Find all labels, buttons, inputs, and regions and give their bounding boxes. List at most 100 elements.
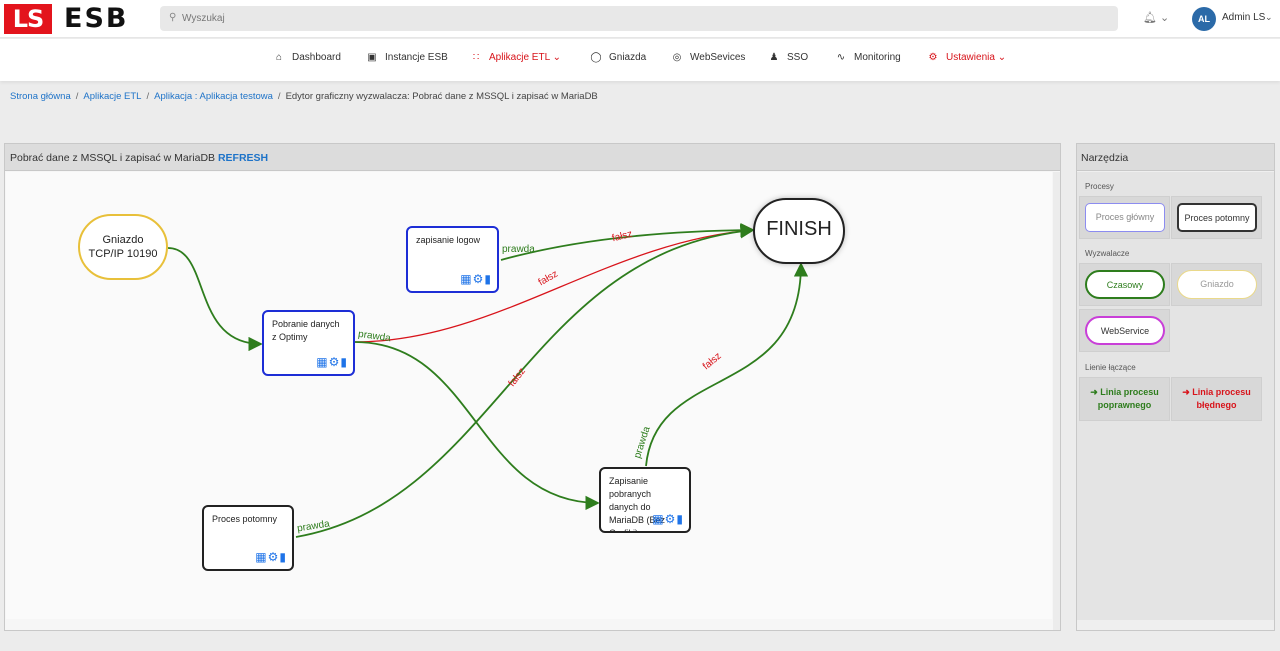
notification-bell-icon[interactable]: 🔔︎ ⌄	[1143, 11, 1169, 24]
nav-dashboard[interactable]: ⌂ Dashboard	[272, 52, 341, 63]
tool-line-correct-label: Linia procesu poprawnego	[1097, 387, 1159, 410]
gear-icon[interactable]: ⚙	[329, 355, 341, 369]
node-label: zapisanie logow	[416, 235, 481, 245]
breadcrumb: Strona główna / Aplikacje ETL / Aplikacja : …	[10, 91, 598, 102]
arrow-right-icon: ➜	[1182, 387, 1190, 397]
tool-timer-label: Czasowy	[1085, 270, 1165, 299]
nav-label: Ustawienia	[946, 52, 995, 63]
nav-label: Monitoring	[854, 52, 901, 63]
nav-label: Aplikacje ETL	[489, 52, 550, 63]
process-node-fetch[interactable]: Pobranie danych z Optimy ▦⚙▮	[262, 310, 355, 376]
nav-label: Instancje ESB	[385, 52, 448, 63]
process-node-save[interactable]: Zapisanie pobranych danych do MariaDB (B…	[599, 467, 691, 533]
line-socket-to-fetch	[167, 247, 263, 352]
line-save-to-finish	[645, 262, 809, 467]
nav-label: Dashboard	[292, 52, 341, 63]
node-tools: ▦⚙▮	[255, 551, 287, 564]
tools-panel: Narzędzia Procesy Proces główny Proces p…	[1076, 143, 1275, 631]
tool-socket-trigger[interactable]: Gniazdo	[1171, 263, 1262, 306]
nav-label: WebSevices	[690, 52, 746, 63]
breadcrumb-app[interactable]: Aplikacja : Aplikacja testowa	[154, 91, 273, 102]
finish-node[interactable]: FINISH	[753, 198, 845, 264]
nav-instances[interactable]: ▣ Instancje ESB	[365, 52, 448, 63]
home-icon: ⌂	[275, 52, 283, 63]
process-node-child[interactable]: Proces potomny ▦⚙▮	[202, 505, 294, 571]
connect-icon[interactable]: ▦	[316, 355, 328, 369]
section-lines: Lienie łączące	[1085, 363, 1136, 372]
nav-label: Gniazda	[609, 52, 647, 63]
top-bar: LS ESB ⚲ 🔔︎ ⌄ AL Admin LS ⌄	[0, 0, 1280, 38]
esb-logo[interactable]: ESB	[64, 3, 128, 35]
arrow-right-icon: ➜	[1090, 387, 1098, 397]
section-processes: Procesy	[1085, 182, 1114, 191]
node-tools: ▦⚙▮	[652, 513, 684, 526]
connect-icon[interactable]: ▦	[652, 512, 664, 526]
tool-line-error[interactable]: ➜ Linia procesu błędnego	[1171, 377, 1262, 421]
avatar[interactable]: AL	[1192, 7, 1216, 31]
tool-child-process-label: Proces potomny	[1177, 203, 1257, 232]
trash-icon[interactable]: ▮	[676, 512, 684, 526]
ls-logo[interactable]: LS	[4, 4, 52, 34]
server-icon: ▣	[367, 52, 377, 63]
nav-webservices[interactable]: ◎ WebSevices	[670, 52, 746, 63]
tools-body: Procesy Proces główny Proces potomny Wyz…	[1077, 172, 1274, 620]
connect-icon[interactable]: ▦	[255, 550, 267, 564]
pulse-icon: ∿	[836, 52, 846, 63]
tool-webservice-label: WebService	[1085, 316, 1165, 345]
nav-settings[interactable]: ⚙ Ustawienia ⌄	[926, 52, 1007, 63]
gear-icon: ⚙	[928, 52, 938, 63]
gear-icon[interactable]: ⚙	[473, 272, 485, 286]
chevron-down-icon[interactable]: ⌄	[1265, 12, 1273, 23]
grid-icon: ∷	[472, 52, 480, 63]
node-label: Pobranie danych z Optimy	[272, 319, 340, 342]
line-label-true: prawda	[502, 244, 535, 255]
nav-etl-apps[interactable]: ∷ Aplikacje ETL ⌄	[469, 52, 561, 63]
connect-icon[interactable]: ▦	[460, 272, 472, 286]
nav-sockets[interactable]: ◯ Gniazda	[589, 52, 646, 63]
nav-sso[interactable]: ♟ SSO	[767, 52, 809, 63]
users-icon: ♟	[769, 52, 779, 63]
editor-panel: Pobrać dane z MSSQL i zapisać w MariaDB …	[4, 143, 1061, 631]
process-node-logging[interactable]: zapisanie logow ▦⚙▮	[406, 226, 499, 293]
tool-main-process-label: Proces główny	[1085, 203, 1165, 232]
node-tools: ▦⚙▮	[460, 273, 492, 286]
breadcrumb-etl[interactable]: Aplikacje ETL	[83, 91, 141, 102]
editor-title: Pobrać dane z MSSQL i zapisać w MariaDB	[10, 152, 216, 164]
section-triggers: Wyzwalacze	[1085, 249, 1130, 258]
chevron-down-icon: ⌄	[552, 52, 561, 63]
diagram-canvas[interactable]: Gniazdo TCP/IP 10190 FINISH zapisanie lo…	[6, 172, 1052, 619]
trash-icon[interactable]: ▮	[484, 272, 492, 286]
gear-icon[interactable]: ⚙	[665, 512, 677, 526]
socket-icon: ◯	[590, 52, 602, 63]
chevron-down-icon: ⌄	[997, 52, 1007, 63]
node-label: Proces potomny	[212, 514, 278, 524]
search-input[interactable]	[182, 9, 1082, 28]
tool-socket-label: Gniazdo	[1177, 270, 1257, 299]
trash-icon[interactable]: ▮	[279, 550, 287, 564]
search-icon: ⚲	[169, 12, 177, 23]
socket-label-line2: TCP/IP 10190	[88, 248, 158, 260]
tool-child-process[interactable]: Proces potomny	[1171, 196, 1262, 239]
trash-icon[interactable]: ▮	[340, 355, 348, 369]
globe-icon: ◎	[672, 52, 682, 63]
tool-main-process[interactable]: Proces główny	[1079, 196, 1170, 239]
canvas-scrollbar[interactable]	[1053, 172, 1060, 630]
refresh-button[interactable]: REFRESH	[218, 152, 268, 164]
nav-monitoring[interactable]: ∿ Monitoring	[834, 52, 901, 63]
tool-line-error-label: Linia procesu błędnego	[1192, 387, 1251, 410]
editor-header: Pobrać dane z MSSQL i zapisać w MariaDB …	[5, 144, 1060, 171]
tool-line-correct[interactable]: ➜ Linia procesu poprawnego	[1079, 377, 1170, 421]
node-tools: ▦⚙▮	[316, 356, 348, 369]
socket-trigger-node[interactable]: Gniazdo TCP/IP 10190	[78, 214, 168, 280]
breadcrumb-current: Edytor graficzny wyzwalacza: Pobrać dane…	[285, 91, 598, 102]
breadcrumb-home[interactable]: Strona główna	[10, 91, 71, 102]
main-nav: ⌂ Dashboard ▣ Instancje ESB ∷ Aplikacje ETL…	[0, 39, 1280, 81]
gear-icon[interactable]: ⚙	[268, 550, 280, 564]
tool-timer-trigger[interactable]: Czasowy	[1079, 263, 1170, 306]
user-name[interactable]: Admin LS	[1222, 12, 1265, 23]
search-bar[interactable]: ⚲	[160, 6, 1118, 31]
tools-title: Narzędzia	[1077, 144, 1274, 171]
socket-label-line1: Gniazdo	[102, 234, 144, 246]
nav-label: SSO	[787, 52, 809, 63]
tool-webservice-trigger[interactable]: WebService	[1079, 309, 1170, 352]
